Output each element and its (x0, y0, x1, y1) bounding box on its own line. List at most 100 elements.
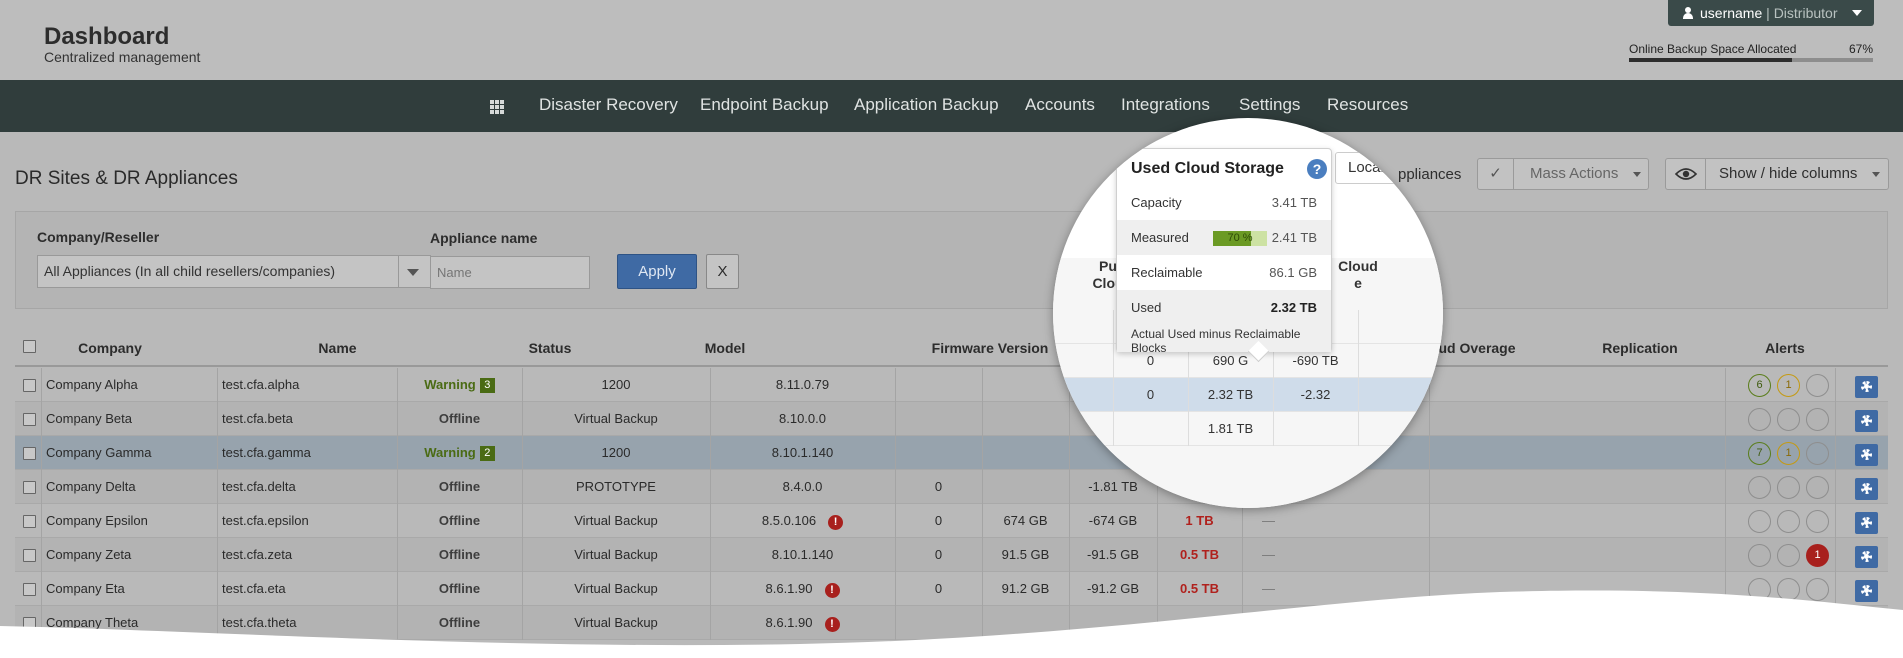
table-row[interactable]: Company Delta test.cfa.delta Offline PROTOT… (15, 470, 1888, 504)
row-used-cloud[interactable]: 91.5 GB (982, 538, 1069, 572)
mass-actions-button[interactable]: ✓ Mass Actions (1477, 158, 1649, 190)
alert-count-icon[interactable]: 1 (1806, 544, 1829, 567)
error-icon[interactable]: ! (828, 515, 844, 530)
alert-count-icon[interactable] (1806, 408, 1829, 431)
row-checkbox[interactable] (23, 515, 36, 528)
gear-icon[interactable] (1855, 478, 1878, 500)
row-replication: — (1262, 513, 1275, 528)
table-row[interactable]: Company Gamma test.cfa.gamma Warning 2 1200 8… (15, 436, 1888, 470)
table-row[interactable]: Company Zeta test.cfa.zeta Offline Virtual … (15, 538, 1888, 572)
chevron-down-icon (1633, 172, 1641, 177)
alert-count-icon[interactable] (1806, 374, 1829, 397)
user-menu-button[interactable]: username | Distributor (1668, 0, 1874, 26)
alert-count-icon[interactable] (1806, 442, 1829, 465)
row-checkbox[interactable] (23, 447, 36, 460)
apps-grid-icon[interactable] (490, 100, 504, 114)
mag-used-cloud[interactable]: 2.32 TB (1188, 378, 1273, 412)
alert-count-icon[interactable] (1777, 544, 1800, 567)
row-remaining-cloud: -91.5 GB (1086, 547, 1140, 562)
popover-title: Used Cloud Storage (1131, 160, 1284, 177)
nav-application-backup[interactable]: Application Backup (854, 95, 999, 115)
magnifier-callout: Local PuClou Cloude 30690 G-690 TB02.32 … (1053, 118, 1443, 508)
row-checkbox[interactable] (23, 549, 36, 562)
status-text: Offline (438, 513, 481, 528)
alert-count-icon[interactable] (1777, 476, 1800, 499)
gear-icon[interactable] (1855, 512, 1878, 534)
app-subtitle: Centralized management (44, 49, 201, 65)
alert-count-icon[interactable] (1777, 408, 1800, 431)
row-used-cloud[interactable]: 674 GB (982, 504, 1069, 538)
nav-endpoint-backup[interactable]: Endpoint Backup (700, 95, 829, 115)
col-company[interactable]: Company (45, 333, 175, 367)
row-name[interactable]: test.cfa.beta (217, 402, 397, 436)
col-replication[interactable]: Replication (1580, 333, 1700, 367)
row-name[interactable]: test.cfa.zeta (217, 538, 397, 572)
alert-count-icon[interactable] (1748, 408, 1771, 431)
help-icon[interactable]: ? (1307, 159, 1327, 179)
alert-count-icon[interactable] (1748, 510, 1771, 533)
row-checkbox[interactable] (23, 481, 36, 494)
alert-count-icon[interactable] (1806, 476, 1829, 499)
alert-count-icon[interactable]: 1 (1777, 442, 1800, 465)
status-text: Offline (438, 411, 481, 426)
nav-disaster-recovery[interactable]: Disaster Recovery (539, 95, 678, 115)
row-name[interactable]: test.cfa.alpha (217, 368, 397, 402)
select-all-checkbox[interactable] (23, 340, 36, 353)
row-company: Company Alpha (46, 377, 138, 392)
col-model[interactable]: Model (685, 333, 765, 367)
measured-progress-bar: 70 % (1213, 231, 1267, 246)
used-value: 2.32 TB (1270, 300, 1317, 315)
nav-integrations[interactable]: Integrations (1121, 95, 1210, 115)
row-company: Company Epsilon (46, 513, 148, 528)
row-model: 1200 (601, 377, 631, 392)
page-title: DR Sites & DR Appliances (15, 168, 238, 189)
filter-panel: Company/Reseller All Appliances (In all … (15, 211, 1888, 309)
nav-settings[interactable]: Settings (1239, 95, 1300, 115)
gear-icon[interactable] (1855, 376, 1878, 398)
company-reseller-select[interactable]: All Appliances (In all child resellers/c… (37, 255, 431, 288)
mass-actions-label: Mass Actions (1530, 165, 1619, 182)
row-name[interactable]: test.cfa.gamma (217, 436, 397, 470)
alert-count-icon[interactable]: 6 (1748, 374, 1771, 397)
row-checkbox[interactable] (23, 413, 36, 426)
mag-used-cloud[interactable]: 1.81 TB (1188, 412, 1273, 446)
alert-count-icon[interactable] (1806, 510, 1829, 533)
apply-button[interactable]: Apply (617, 254, 697, 289)
eye-icon (1666, 159, 1706, 189)
row-company: Company Gamma (46, 445, 152, 460)
mag-public-cloud (1113, 412, 1188, 446)
alert-count-icon[interactable] (1777, 510, 1800, 533)
measured-percent: 70 % (1227, 232, 1253, 244)
mag-public-cloud: 0 (1146, 387, 1155, 402)
gear-icon[interactable] (1855, 410, 1878, 432)
space-allocated-fill (1629, 58, 1793, 62)
gear-icon[interactable] (1855, 546, 1878, 568)
clear-filter-button[interactable]: X (706, 254, 739, 289)
alert-count-icon[interactable]: 1 (1777, 374, 1800, 397)
header: Dashboard Centralized management usernam… (0, 0, 1903, 80)
bottom-wave-decoration (0, 590, 1903, 658)
nav-resources[interactable]: Resources (1327, 95, 1408, 115)
row-name[interactable]: test.cfa.delta (217, 470, 397, 504)
appliance-name-input[interactable] (430, 256, 590, 289)
alert-count-icon[interactable] (1748, 544, 1771, 567)
col-name[interactable]: Name (275, 333, 400, 367)
col-alerts[interactable]: Alerts (1745, 333, 1825, 367)
gear-icon[interactable] (1855, 444, 1878, 466)
company-reseller-label: Company/Reseller (37, 229, 160, 245)
space-allocated-bar (1629, 58, 1873, 62)
col-firmware[interactable]: Firmware Version (910, 333, 1070, 367)
row-model: Virtual Backup (574, 513, 658, 528)
local-appliances-button[interactable]: Local (1335, 152, 1443, 184)
col-remaining-cloud[interactable]: Cloud e (1333, 258, 1383, 292)
nav-accounts[interactable]: Accounts (1025, 95, 1095, 115)
row-name[interactable]: test.cfa.epsilon (217, 504, 397, 538)
table-row[interactable]: Company Beta test.cfa.beta Offline Virtual … (15, 402, 1888, 436)
alert-count-icon[interactable] (1748, 476, 1771, 499)
table-row[interactable]: Company Alpha test.cfa.alpha Warning 3 1200 8… (15, 368, 1888, 402)
col-status[interactable]: Status (500, 333, 600, 367)
show-hide-columns-button[interactable]: Show / hide columns (1665, 158, 1889, 190)
table-row[interactable]: Company Epsilon test.cfa.epsilon Offline Vi… (15, 504, 1888, 538)
alert-count-icon[interactable]: 7 (1748, 442, 1771, 465)
row-checkbox[interactable] (23, 379, 36, 392)
